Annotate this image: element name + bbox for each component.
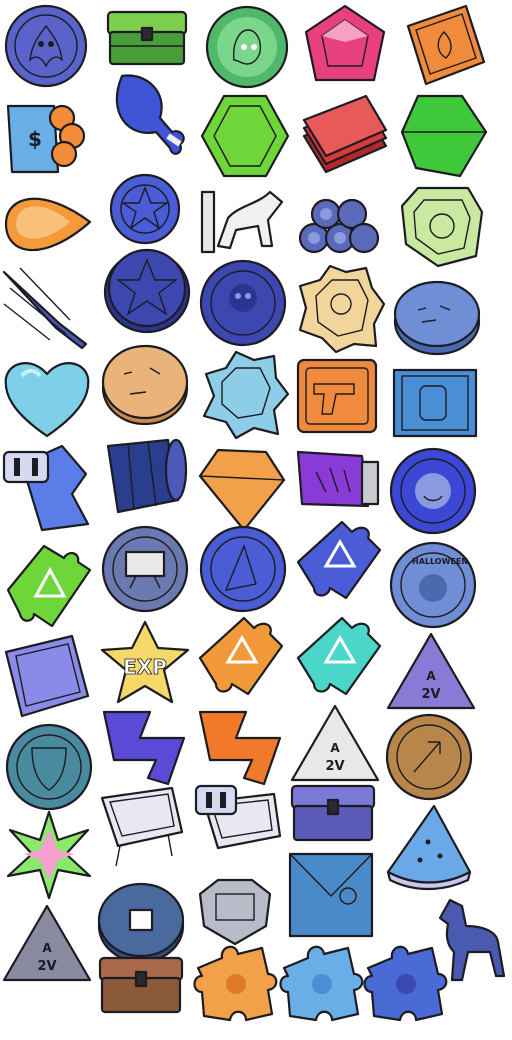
exp-star-icon: EXP <box>100 618 190 708</box>
blue-puzzle-icon <box>294 518 384 608</box>
triangle-a-label: A <box>42 941 52 955</box>
orange-diamond-icon <box>196 446 286 536</box>
triangle-a-label: A <box>330 741 340 755</box>
dragon-coin-icon <box>2 2 92 92</box>
green-card-icon <box>2 632 92 722</box>
money-bag-icon: $ <box>2 92 92 182</box>
rainbow-star-icon <box>4 810 94 900</box>
skull-coin-icon <box>198 258 288 348</box>
pistol-card-icon <box>292 354 382 444</box>
gold-badge-icon <box>296 264 386 354</box>
exp-label: EXP <box>123 655 167 679</box>
watermelon-slice-icon <box>384 802 474 892</box>
cookie-coin-icon <box>100 338 190 428</box>
triangle-2v-label: 2V <box>37 959 56 974</box>
halloween-label: HALLOWEEN <box>412 557 468 566</box>
red-cash-stack-icon <box>300 92 390 182</box>
witch-coin-icon <box>198 524 288 614</box>
star-emblem-icon <box>100 164 190 254</box>
orange-drop-gem-icon <box>2 184 92 274</box>
triangle-2v-label: 2V <box>325 759 344 774</box>
brown-chest-icon <box>96 950 186 1040</box>
heart-icon <box>2 354 92 444</box>
lotus-ticket-icon <box>398 2 488 92</box>
green-hex-gem-icon <box>200 92 290 182</box>
log-pile-icon <box>296 184 386 274</box>
gray-triangle-icon: A 2V <box>2 902 92 992</box>
star-coin-icon <box>102 244 192 334</box>
svg-text:$: $ <box>28 127 42 151</box>
blue-puzzle-piece-icon <box>362 938 452 1028</box>
blue-bucket-icon <box>98 782 188 872</box>
blue-smile-coin-icon <box>388 446 478 536</box>
monitor-coin-icon <box>100 524 190 614</box>
green-puzzle-icon <box>4 540 94 630</box>
barrel-icon <box>98 430 188 520</box>
bound-bucket-icon <box>194 782 284 872</box>
bronze-arrow-coin-icon <box>384 712 474 802</box>
spirit-orb-icon <box>202 2 292 92</box>
orange-puzzle-piece-icon <box>192 938 282 1028</box>
fist-card-icon <box>390 364 480 454</box>
green-emerald-icon <box>398 92 488 182</box>
purple-triangle-icon: A 2V <box>386 630 476 720</box>
triangle-2v-label: 2V <box>421 687 440 702</box>
blue-badge-icon <box>200 350 290 440</box>
green-badge-icon <box>398 182 488 272</box>
shield-coin-icon <box>4 722 94 812</box>
orange-puzzle-icon <box>196 614 286 704</box>
item-icon-sheet: $ HALLOWEEN EXP A 2V A 2V A 2V <box>0 0 512 1024</box>
stone-coin-icon <box>392 270 482 360</box>
blue-drumstick-icon <box>102 70 192 160</box>
lavender-bundle-icon <box>0 264 90 354</box>
bound-crystal-icon <box>2 444 92 534</box>
light-blue-puzzle-piece-icon <box>278 938 368 1028</box>
pink-gem-icon <box>300 2 390 92</box>
halloween-coin-icon: HALLOWEEN <box>388 540 478 630</box>
cyan-puzzle-icon <box>294 614 384 704</box>
blue-envelope-icon <box>286 848 376 938</box>
triangle-a-label: A <box>426 669 436 683</box>
